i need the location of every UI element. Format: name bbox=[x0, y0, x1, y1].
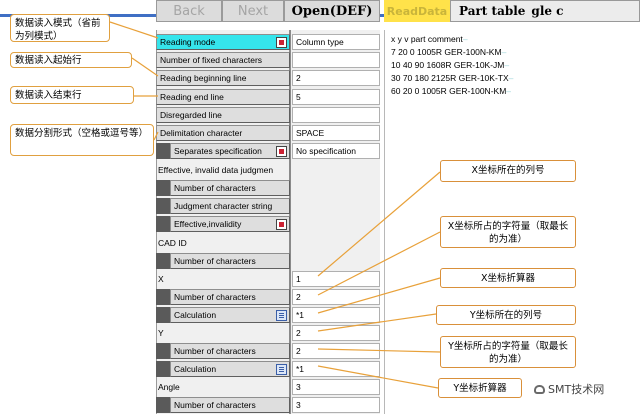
watermark-text: SMT技术网 bbox=[548, 383, 605, 396]
cut-tab-label: gle c bbox=[531, 4, 564, 18]
disregarded-label[interactable]: Disregarded line bbox=[156, 107, 290, 123]
text-line-content: 7 20 0 1005R GER-100N-KM bbox=[391, 47, 502, 57]
y-num-chars-label[interactable]: Number of characters bbox=[170, 343, 290, 359]
separates-label[interactable]: Separates specification bbox=[170, 143, 290, 159]
x-label: X bbox=[158, 274, 164, 284]
angle-num-chars-value[interactable]: 3 bbox=[292, 397, 380, 413]
invalid-data-label: Effective, invalid data judgmen bbox=[158, 165, 274, 175]
callout-delimitation: 数据分割形式（空格或逗号等） bbox=[10, 124, 154, 156]
angle-label: Angle bbox=[158, 382, 180, 392]
reading-mode-text: Reading mode bbox=[160, 37, 216, 47]
wechat-icon bbox=[534, 385, 545, 394]
delimitation-value[interactable]: SPACE bbox=[292, 125, 380, 141]
reading-mode-label[interactable]: Reading mode bbox=[156, 34, 290, 50]
callout-y-calc: Y坐标折算器 bbox=[438, 378, 522, 398]
end-line-value[interactable]: 5 bbox=[292, 89, 380, 105]
indent-gutter bbox=[156, 289, 170, 305]
text-line-content: 10 40 90 1608R GER-10K-JM bbox=[391, 60, 505, 70]
reading-mode-value[interactable]: Column type bbox=[292, 34, 380, 50]
indent-gutter bbox=[156, 307, 170, 323]
line-end-marker: – bbox=[501, 47, 507, 57]
y-value[interactable]: 2 bbox=[292, 325, 380, 341]
num-chars-2-label[interactable]: Number of characters bbox=[170, 253, 290, 269]
eff-invalid-text: Effective,invalidity bbox=[174, 219, 242, 229]
text-line-content: 30 70 180 2125R GER-10K-TX bbox=[391, 73, 509, 83]
begin-line-value[interactable]: 2 bbox=[292, 70, 380, 86]
back-button[interactable]: Back bbox=[156, 0, 222, 22]
indent-gutter bbox=[156, 343, 170, 359]
text-line: 10 40 90 1608R GER-10K-JM– bbox=[391, 60, 509, 70]
text-line: 60 20 0 1005R GER-100N-KM– bbox=[391, 86, 511, 96]
y-calc-text: Calculation bbox=[174, 364, 217, 374]
dropdown-icon[interactable] bbox=[276, 146, 287, 157]
callout-x-column: X坐标所在的列号 bbox=[440, 160, 576, 182]
indent-gutter bbox=[156, 361, 170, 377]
separates-value[interactable]: No specification bbox=[292, 143, 380, 159]
num-chars-1-label[interactable]: Number of characters bbox=[170, 180, 290, 196]
y-num-chars-value[interactable]: 2 bbox=[292, 343, 380, 359]
x-calc-text: Calculation bbox=[174, 310, 217, 320]
delimitation-label[interactable]: Delimitation character bbox=[156, 125, 290, 141]
y-calc-label[interactable]: Calculation bbox=[170, 361, 290, 377]
callout-y-column: Y坐标所在的列号 bbox=[436, 305, 576, 325]
angle-value[interactable]: 3 bbox=[292, 379, 380, 395]
calculator-icon[interactable] bbox=[276, 364, 287, 375]
end-line-label[interactable]: Reading end line bbox=[156, 89, 290, 105]
indent-gutter bbox=[156, 216, 170, 232]
eff-invalid-label[interactable]: Effective,invalidity bbox=[170, 216, 290, 232]
callout-begin-line: 数据读入起始行 bbox=[10, 52, 132, 68]
disregarded-value[interactable] bbox=[292, 107, 380, 123]
angle-num-chars-label[interactable]: Number of characters bbox=[170, 397, 290, 413]
line-end-marker: – bbox=[508, 73, 514, 83]
part-table-label: Part table bbox=[459, 4, 526, 18]
text-line: 7 20 0 1005R GER-100N-KM– bbox=[391, 47, 506, 57]
line-end-marker: – bbox=[504, 60, 510, 70]
indent-gutter bbox=[156, 180, 170, 196]
text-line: 30 70 180 2125R GER-10K-TX– bbox=[391, 73, 513, 83]
separates-text: Separates specification bbox=[174, 146, 262, 156]
cad-id-label: CAD ID bbox=[158, 238, 187, 248]
indent-gutter bbox=[156, 198, 170, 214]
open-def-button[interactable]: Open(DEF) bbox=[284, 0, 380, 22]
read-data-tab[interactable]: ReadData bbox=[384, 0, 450, 22]
judgment-str-label[interactable]: Judgment character string bbox=[170, 198, 290, 214]
begin-line-label[interactable]: Reading beginning line bbox=[156, 70, 290, 86]
fixed-chars-label[interactable]: Number of fixed characters bbox=[156, 52, 290, 68]
callout-reading-mode: 数据读入模式（省前为列模式） bbox=[10, 14, 110, 42]
text-line: x y v part comment– bbox=[391, 34, 468, 44]
x-num-chars-label[interactable]: Number of characters bbox=[170, 289, 290, 305]
callout-end-line: 数据读入结束行 bbox=[10, 86, 134, 104]
indent-gutter bbox=[156, 143, 170, 159]
y-label: Y bbox=[158, 328, 164, 338]
indent-gutter bbox=[156, 397, 170, 413]
text-line-content: x y v part comment bbox=[391, 34, 463, 44]
callout-y-chars: Y坐标所占的字符量（取最长的为准） bbox=[440, 336, 576, 368]
next-button[interactable]: Next bbox=[222, 0, 284, 22]
y-calc-value[interactable]: *1 bbox=[292, 361, 380, 377]
x-value[interactable]: 1 bbox=[292, 271, 380, 287]
x-calc-value[interactable]: *1 bbox=[292, 307, 380, 323]
dropdown-icon[interactable] bbox=[276, 219, 287, 230]
callout-x-chars: X坐标所占的字符量（取最长的为准） bbox=[440, 216, 576, 248]
x-calc-label[interactable]: Calculation bbox=[170, 307, 290, 323]
line-end-marker: – bbox=[506, 86, 512, 96]
dropdown-icon[interactable] bbox=[276, 37, 287, 48]
part-table-tab[interactable]: Part table gle c bbox=[450, 0, 640, 22]
line-end-marker: – bbox=[462, 34, 468, 44]
text-line-content: 60 20 0 1005R GER-100N-KM bbox=[391, 86, 507, 96]
callout-x-calc: X坐标折算器 bbox=[440, 268, 576, 288]
indent-gutter bbox=[156, 253, 170, 269]
watermark: SMT技术网 bbox=[534, 381, 604, 397]
fixed-chars-value[interactable] bbox=[292, 52, 380, 68]
x-num-chars-value[interactable]: 2 bbox=[292, 289, 380, 305]
calculator-icon[interactable] bbox=[276, 310, 287, 321]
